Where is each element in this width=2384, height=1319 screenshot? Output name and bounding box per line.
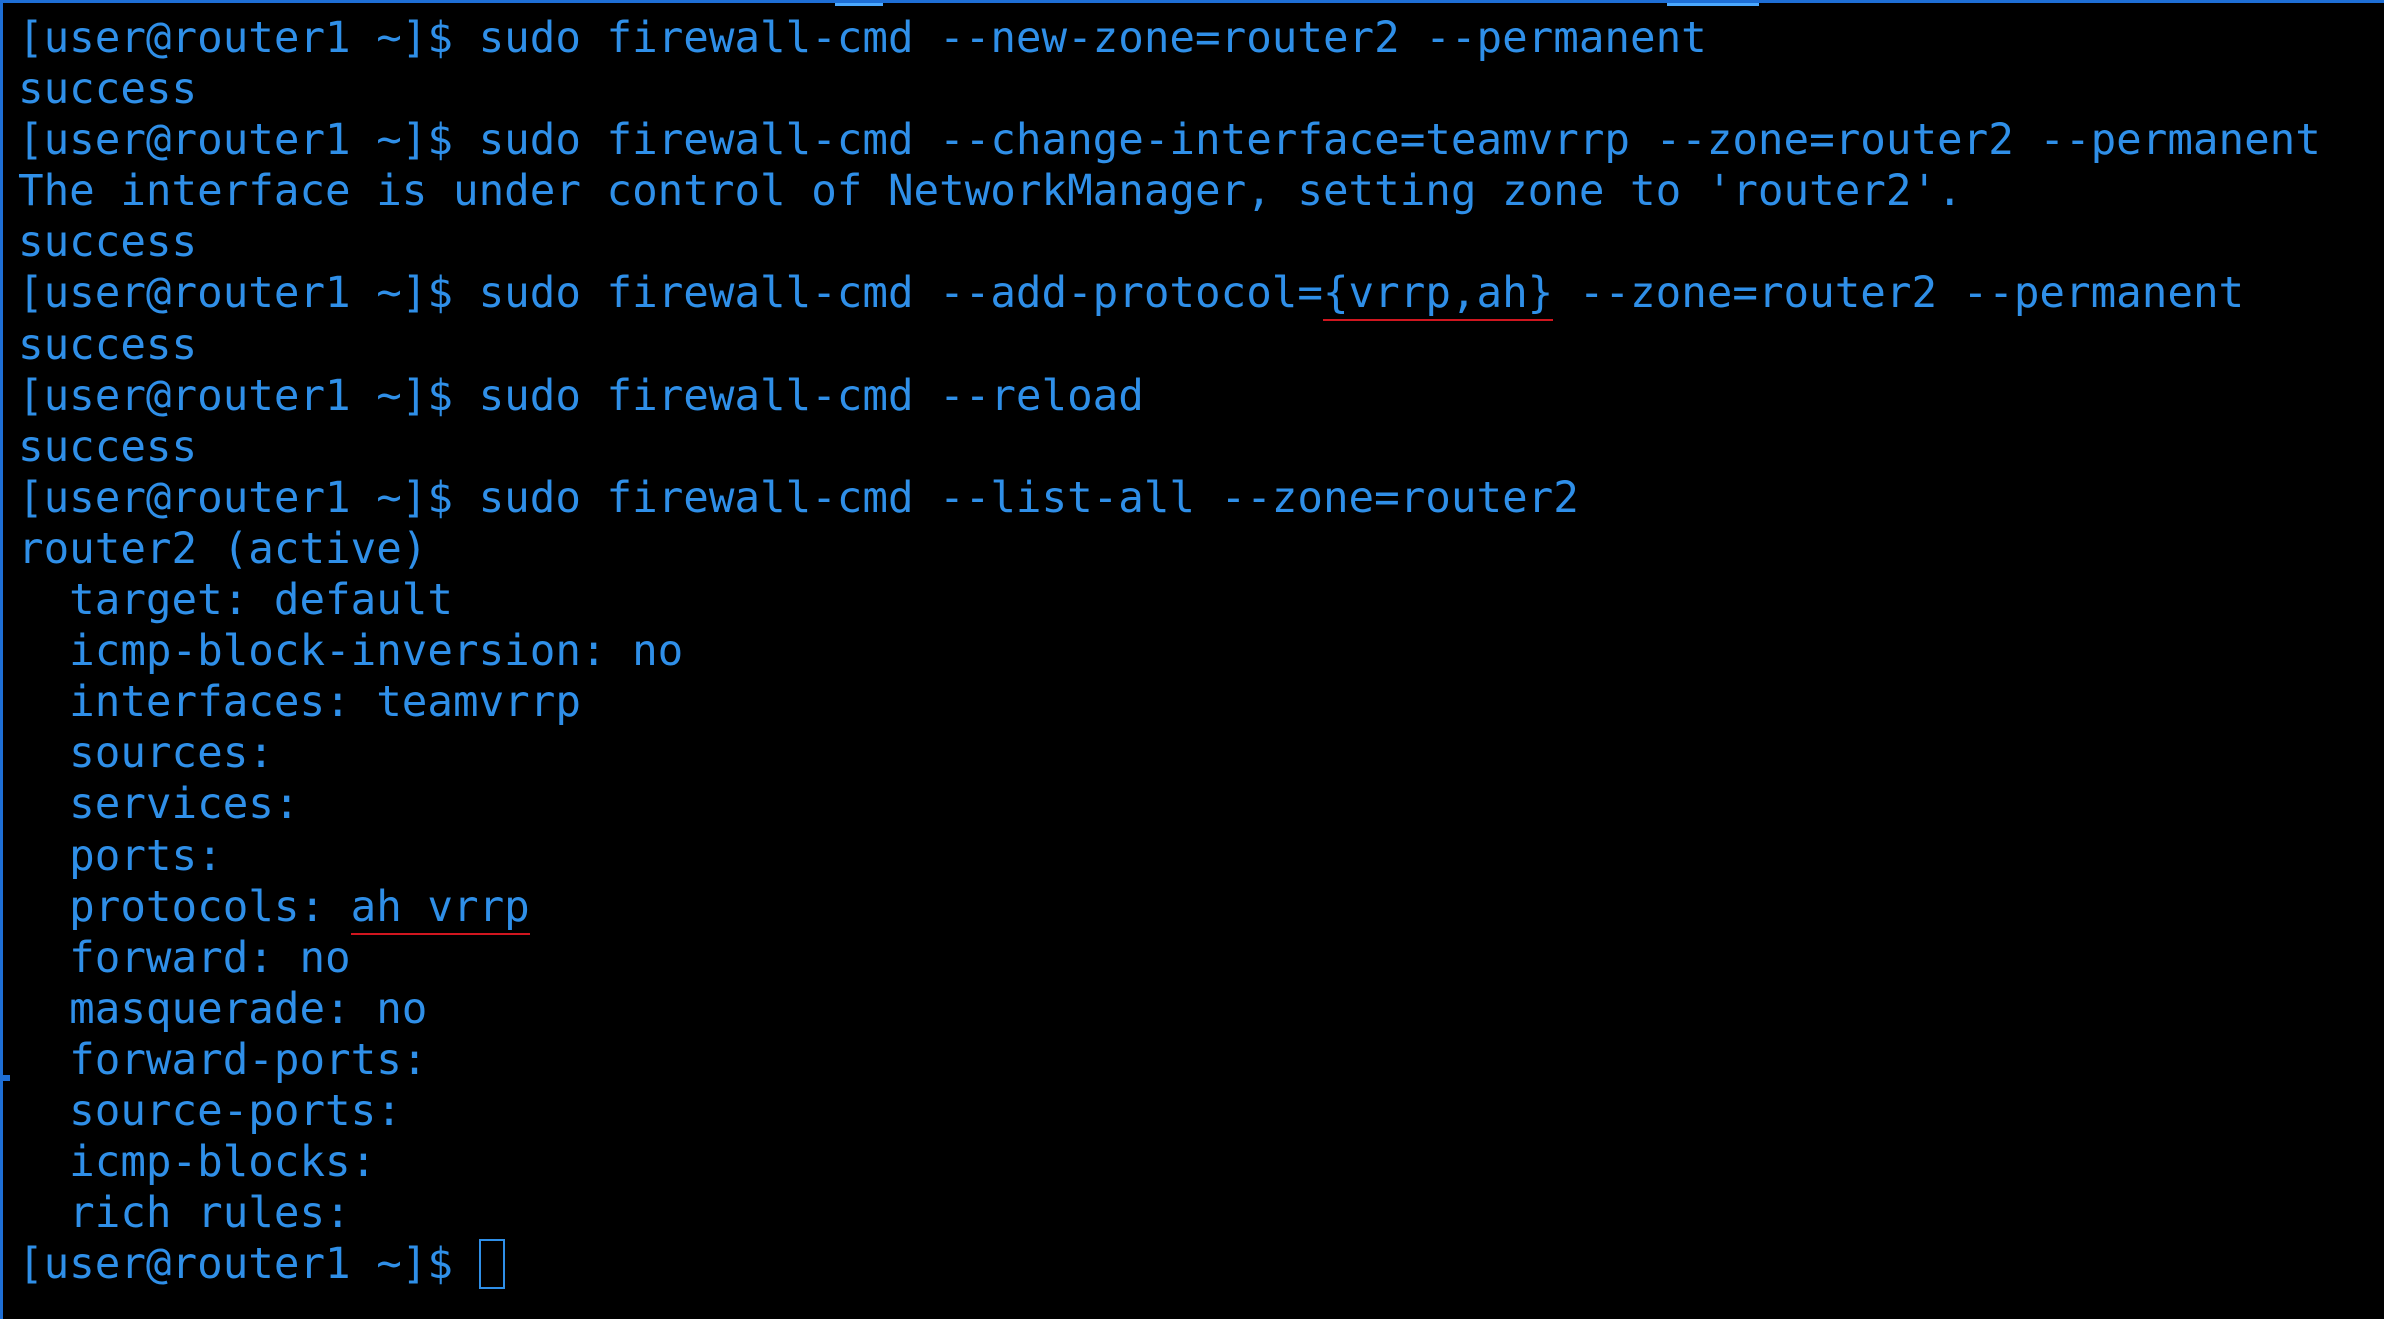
tab-indicator	[835, 3, 883, 6]
shell-prompt: [user@router1 ~]$	[18, 371, 479, 421]
shell-prompt: [user@router1 ~]$	[18, 473, 479, 523]
zone-name-line: router2 (active)	[18, 524, 428, 574]
command-line: [user@router1 ~]$ sudo firewall-cmd --ch…	[18, 115, 2321, 166]
shell-prompt: [user@router1 ~]$	[18, 1240, 479, 1290]
zone-protocols: protocols: ah vrrp	[18, 882, 2321, 935]
zone-rich-rules: rich rules:	[18, 1189, 377, 1239]
protocols-label: protocols:	[18, 882, 351, 932]
shell-prompt: [user@router1 ~]$	[18, 116, 479, 166]
zone-forward-ports: forward-ports:	[18, 1035, 453, 1085]
command-line: [user@router1 ~]$ sudo firewall-cmd --ad…	[18, 268, 2321, 322]
window-edge-marker	[3, 1075, 10, 1081]
command-line: [user@router1 ~]$ sudo firewall-cmd --li…	[18, 473, 2321, 524]
zone-masquerade: masquerade: no	[18, 984, 428, 1034]
zone-ports: ports:	[18, 831, 249, 881]
command-text: sudo firewall-cmd --new-zone=router2 --p…	[478, 14, 1707, 63]
text-cursor[interactable]	[478, 1238, 505, 1289]
output-line: success	[18, 422, 198, 472]
output-line: success	[18, 65, 198, 115]
output-line: The interface is under control of Networ…	[18, 167, 1963, 217]
terminal-output: [user@router1 ~]$ sudo firewall-cmd --ne…	[18, 13, 2321, 1290]
highlighted-protocols-value: ah vrrp	[350, 882, 530, 935]
zone-interfaces: interfaces: teamvrrp	[18, 678, 581, 728]
output-line: success	[18, 320, 198, 370]
zone-forward: forward: no	[18, 933, 351, 983]
command-text: sudo firewall-cmd --reload	[478, 371, 1144, 421]
command-line: [user@router1 ~]$ sudo firewall-cmd --ne…	[18, 13, 2321, 64]
command-text: sudo firewall-cmd --add-protocol=	[478, 269, 1323, 319]
highlighted-protocol-list: {vrrp,ah}	[1322, 269, 1554, 322]
command-text: sudo firewall-cmd --change-interface=tea…	[478, 116, 2321, 166]
zone-source-ports: source-ports:	[18, 1086, 428, 1136]
tab-indicator	[1667, 3, 1759, 6]
zone-target: target: default	[18, 576, 453, 626]
zone-icmp-blocks: icmp-blocks:	[18, 1138, 402, 1188]
output-line: success	[18, 218, 198, 268]
command-text: sudo firewall-cmd --list-all --zone=rout…	[478, 473, 1579, 523]
terminal-window[interactable]: [user@router1 ~]$ sudo firewall-cmd --ne…	[0, 0, 2384, 1319]
shell-prompt: [user@router1 ~]$	[18, 269, 479, 319]
zone-sources: sources:	[18, 729, 300, 779]
command-text: --zone=router2 --permanent	[1553, 269, 2245, 319]
zone-services: services:	[18, 780, 326, 830]
command-line: [user@router1 ~]$ sudo firewall-cmd --re…	[18, 371, 2321, 422]
shell-prompt: [user@router1 ~]$	[18, 14, 479, 63]
zone-icmp-block-inversion: icmp-block-inversion: no	[18, 627, 684, 677]
active-prompt-line[interactable]: [user@router1 ~]$	[18, 1238, 2321, 1290]
